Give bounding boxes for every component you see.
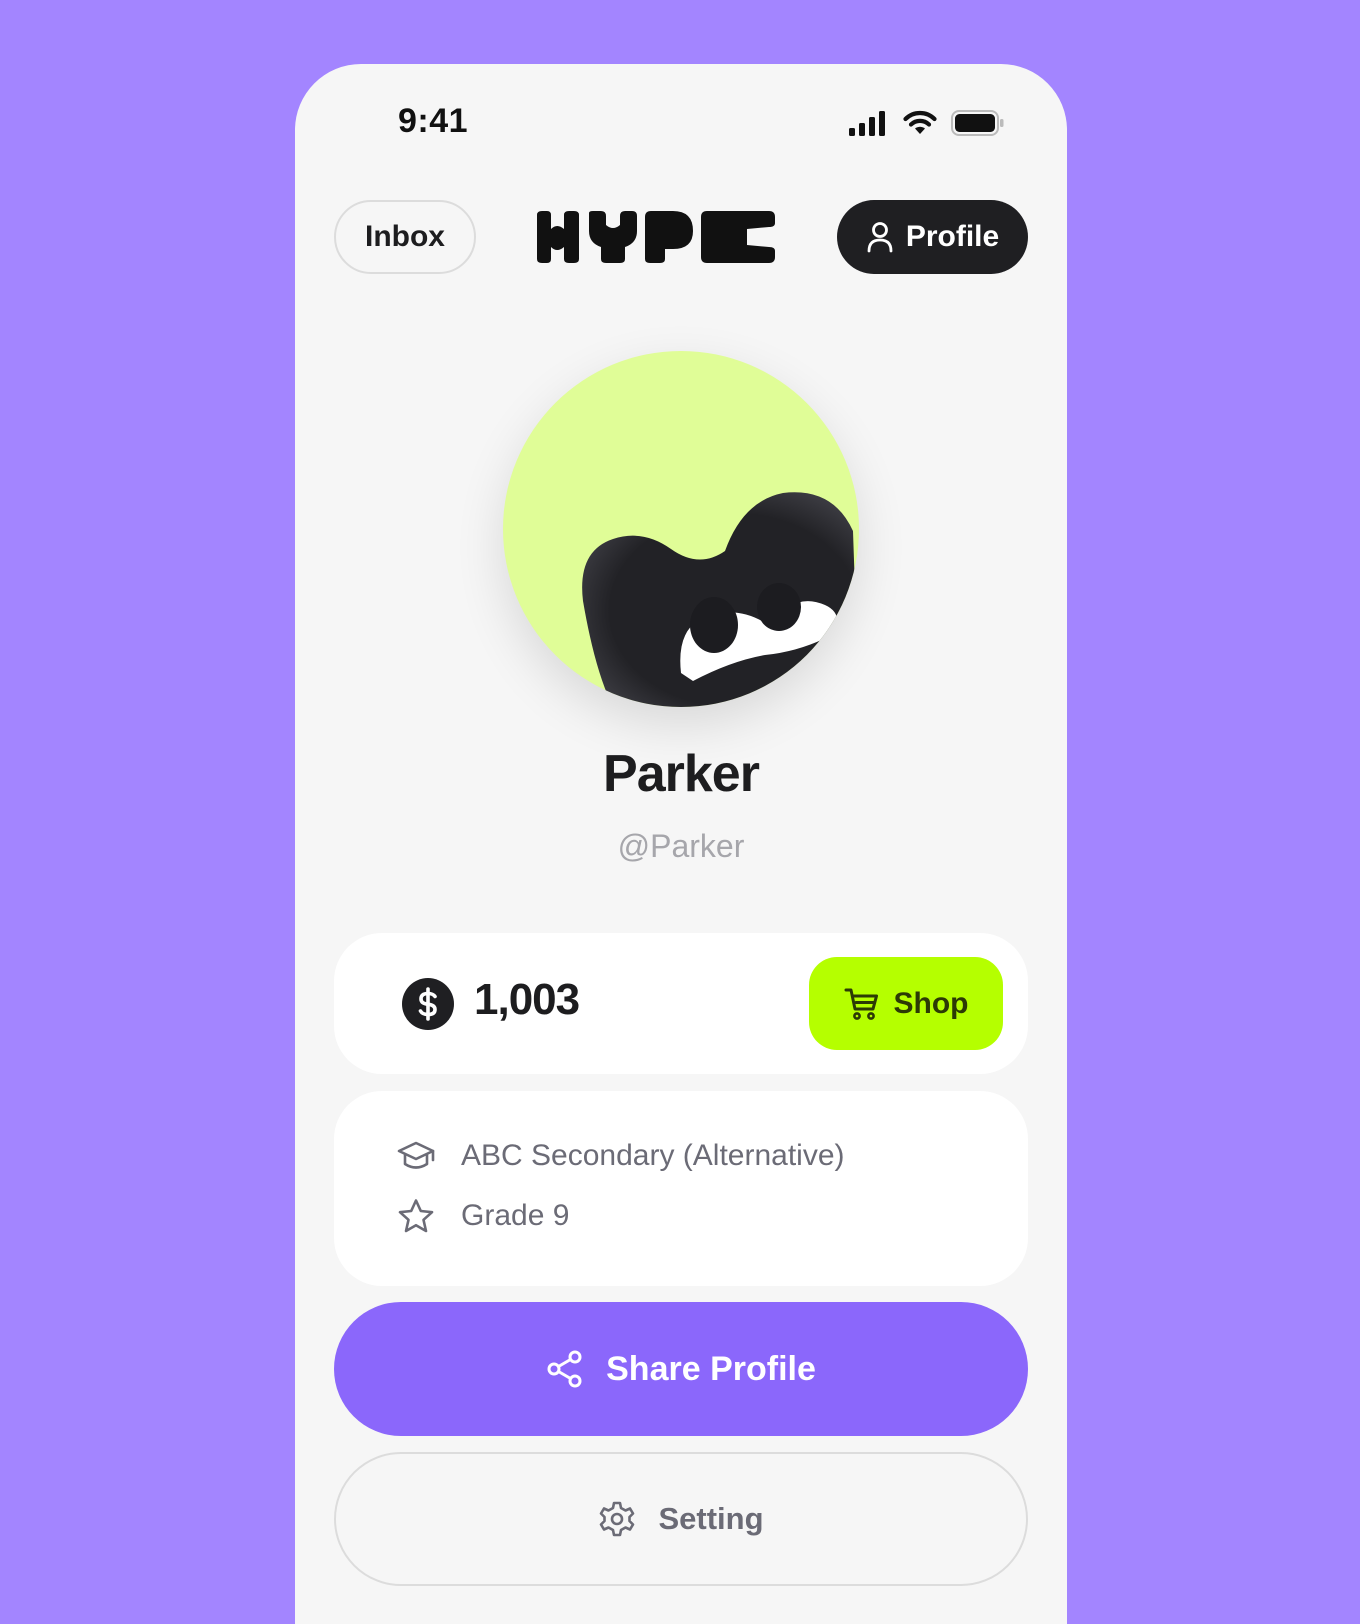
cart-icon xyxy=(844,988,878,1020)
avatar-mascot-icon xyxy=(582,492,859,707)
wallet-card: 1,003 Shop xyxy=(334,933,1028,1074)
coin-count: 1,003 xyxy=(474,975,580,1024)
star-icon xyxy=(398,1199,434,1233)
setting-button[interactable]: Setting xyxy=(334,1452,1028,1586)
profile-button[interactable]: Profile xyxy=(837,200,1028,274)
school-name: ABC Secondary (Alternative) xyxy=(461,1139,845,1172)
hype-logo xyxy=(533,209,779,270)
grade-row: Grade 9 xyxy=(397,1198,569,1234)
setting-label: Setting xyxy=(658,1501,764,1536)
display-name: Parker xyxy=(603,745,760,803)
battery-icon xyxy=(951,110,1004,136)
status-time: 9:41 xyxy=(398,102,469,140)
avatar[interactable] xyxy=(503,351,859,707)
share-profile-button[interactable]: Share Profile xyxy=(334,1302,1028,1436)
share-icon xyxy=(547,1350,582,1388)
shop-button[interactable]: Shop xyxy=(809,957,1003,1050)
username: @Parker xyxy=(617,828,745,864)
phone-screen: 9:41 Inbox Profile Parker @Parker 1,003 … xyxy=(295,64,1067,1624)
share-label: Share Profile xyxy=(606,1349,816,1388)
school-row: ABC Secondary (Alternative) xyxy=(397,1139,845,1173)
grade-label: Grade 9 xyxy=(461,1199,570,1232)
shop-label: Shop xyxy=(893,986,969,1020)
inbox-button[interactable]: Inbox xyxy=(334,200,476,274)
signal-icon xyxy=(849,111,885,136)
profile-label: Profile xyxy=(905,220,1000,253)
person-icon xyxy=(867,222,893,253)
wifi-icon xyxy=(903,110,937,134)
info-card: ABC Secondary (Alternative) Grade 9 xyxy=(334,1091,1028,1286)
gear-icon xyxy=(600,1501,635,1537)
graduation-cap-icon xyxy=(397,1141,435,1169)
dollar-coin-icon xyxy=(402,978,454,1030)
